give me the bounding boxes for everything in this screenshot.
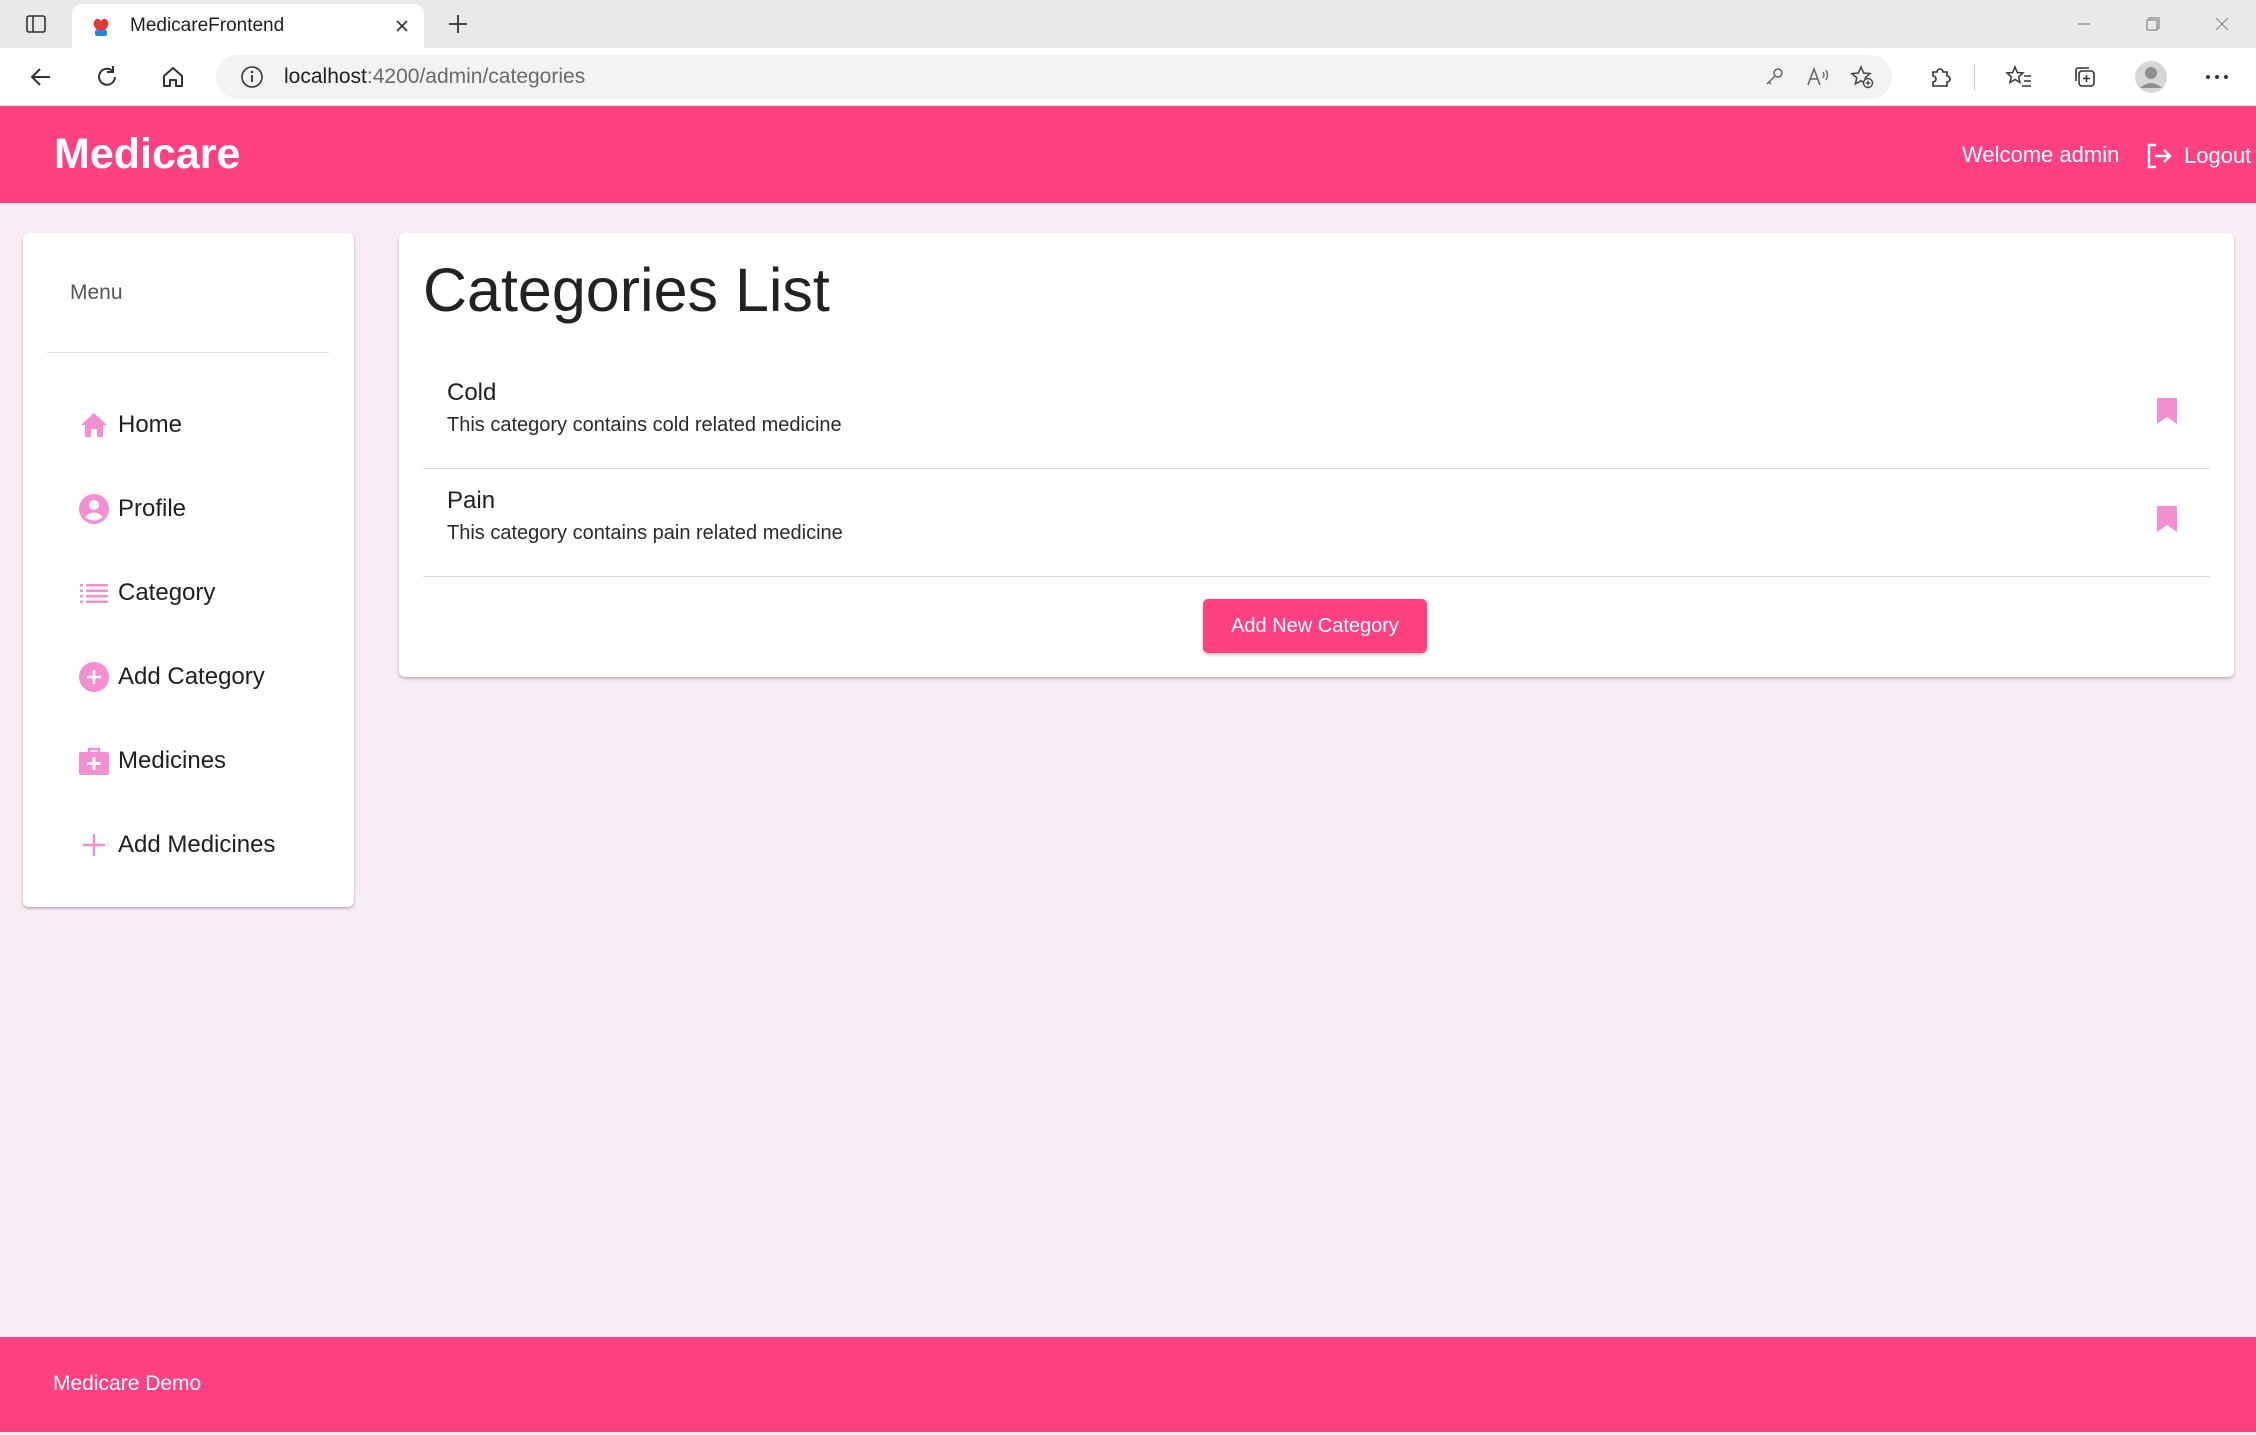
close-tab-icon[interactable] [384, 8, 420, 44]
logout-icon [2142, 139, 2176, 173]
sidebar-menu: Menu Home Profile Category Add Category [23, 233, 354, 907]
medicare-favicon-icon [88, 13, 114, 39]
logout-label: Logout [2184, 143, 2252, 168]
browser-toolbar [1918, 56, 2256, 98]
logout-button[interactable]: Logout [2142, 136, 2251, 176]
plus-icon [77, 828, 111, 862]
category-description: This category contains cold related medi… [447, 414, 842, 436]
toolbar-divider [1974, 64, 1975, 90]
sidebar-item-label: Category [118, 579, 216, 606]
new-tab-icon[interactable] [440, 6, 476, 42]
bookmark-icon[interactable] [2152, 499, 2182, 539]
extensions-icon[interactable] [1918, 56, 1962, 98]
url-path: :4200/admin/categories [366, 65, 586, 88]
sidebar-item-label: Medicines [118, 747, 227, 774]
list-item[interactable]: Cold This category contains cold related… [423, 361, 2210, 469]
restore-icon[interactable] [2118, 0, 2187, 48]
window-controls [2049, 0, 2256, 48]
sidebar-item-home[interactable]: Home [23, 383, 354, 467]
read-aloud-icon[interactable] [1802, 61, 1834, 93]
close-window-icon[interactable] [2187, 0, 2256, 48]
browser-tab[interactable]: MedicareFrontend [72, 4, 424, 48]
category-description: This category contains pain related medi… [447, 522, 843, 544]
list-icon [77, 576, 111, 610]
url-field[interactable]: localhost:4200/admin/categories [216, 55, 1892, 99]
brand-title[interactable]: Medicare [54, 130, 240, 179]
menu-heading: Menu [70, 281, 123, 304]
category-name: Pain [447, 487, 496, 514]
sidebar-item-label: Add Medicines [118, 831, 276, 858]
collections-icon[interactable] [2063, 56, 2107, 98]
url-text: localhost:4200/admin/categories [284, 65, 585, 89]
refresh-icon[interactable] [86, 56, 128, 98]
app-header: Medicare Welcome admin Logout [0, 106, 2256, 203]
account-circle-icon [77, 492, 111, 526]
page-title: Categories List [423, 256, 830, 324]
sidebar-item-label: Add Category [118, 663, 265, 690]
medical-kit-icon [77, 744, 111, 778]
add-favorite-icon[interactable] [1846, 61, 1878, 93]
bookmark-icon[interactable] [2152, 391, 2182, 431]
more-options-icon[interactable] [2195, 56, 2239, 98]
favorites-icon[interactable] [1997, 56, 2041, 98]
sidebar-item-add-category[interactable]: Add Category [23, 635, 354, 719]
menu-divider [47, 352, 329, 353]
add-new-category-button[interactable]: Add New Category [1203, 599, 1427, 653]
minimize-icon[interactable] [2049, 0, 2118, 48]
category-list: Cold This category contains cold related… [423, 361, 2210, 577]
list-item[interactable]: Pain This category contains pain related… [423, 469, 2210, 577]
category-name: Cold [447, 379, 497, 406]
profile-avatar-icon[interactable] [2129, 56, 2173, 98]
welcome-text: Welcome admin [1962, 142, 2120, 167]
site-info-icon[interactable] [238, 63, 266, 91]
tab-title: MedicareFrontend [130, 15, 285, 36]
url-host: localhost [284, 65, 367, 88]
add-circle-icon [77, 660, 111, 694]
url-actions [1758, 61, 1878, 93]
browser-tab-bar: MedicareFrontend [0, 0, 2256, 48]
sidebar-item-profile[interactable]: Profile [23, 467, 354, 551]
footer-text: Medicare Demo [53, 1372, 202, 1395]
menu-list: Home Profile Category Add Category Medic… [23, 383, 354, 887]
sidebar-item-category[interactable]: Category [23, 551, 354, 635]
back-arrow-icon[interactable] [20, 56, 62, 98]
sidebar-item-label: Profile [118, 495, 187, 522]
sidebar-item-add-medicines[interactable]: Add Medicines [23, 803, 354, 887]
app-footer: Medicare Demo [0, 1337, 2256, 1432]
browser-address-bar: localhost:4200/admin/categories [0, 48, 2256, 106]
key-icon[interactable] [1758, 61, 1790, 93]
sidebar-item-medicines[interactable]: Medicines [23, 719, 354, 803]
tab-actions-icon[interactable] [14, 9, 58, 39]
home-icon [77, 408, 111, 442]
home-browser-icon[interactable] [152, 56, 194, 98]
sidebar-item-label: Home [118, 411, 183, 438]
categories-card: Categories List Cold This category conta… [399, 233, 2234, 677]
